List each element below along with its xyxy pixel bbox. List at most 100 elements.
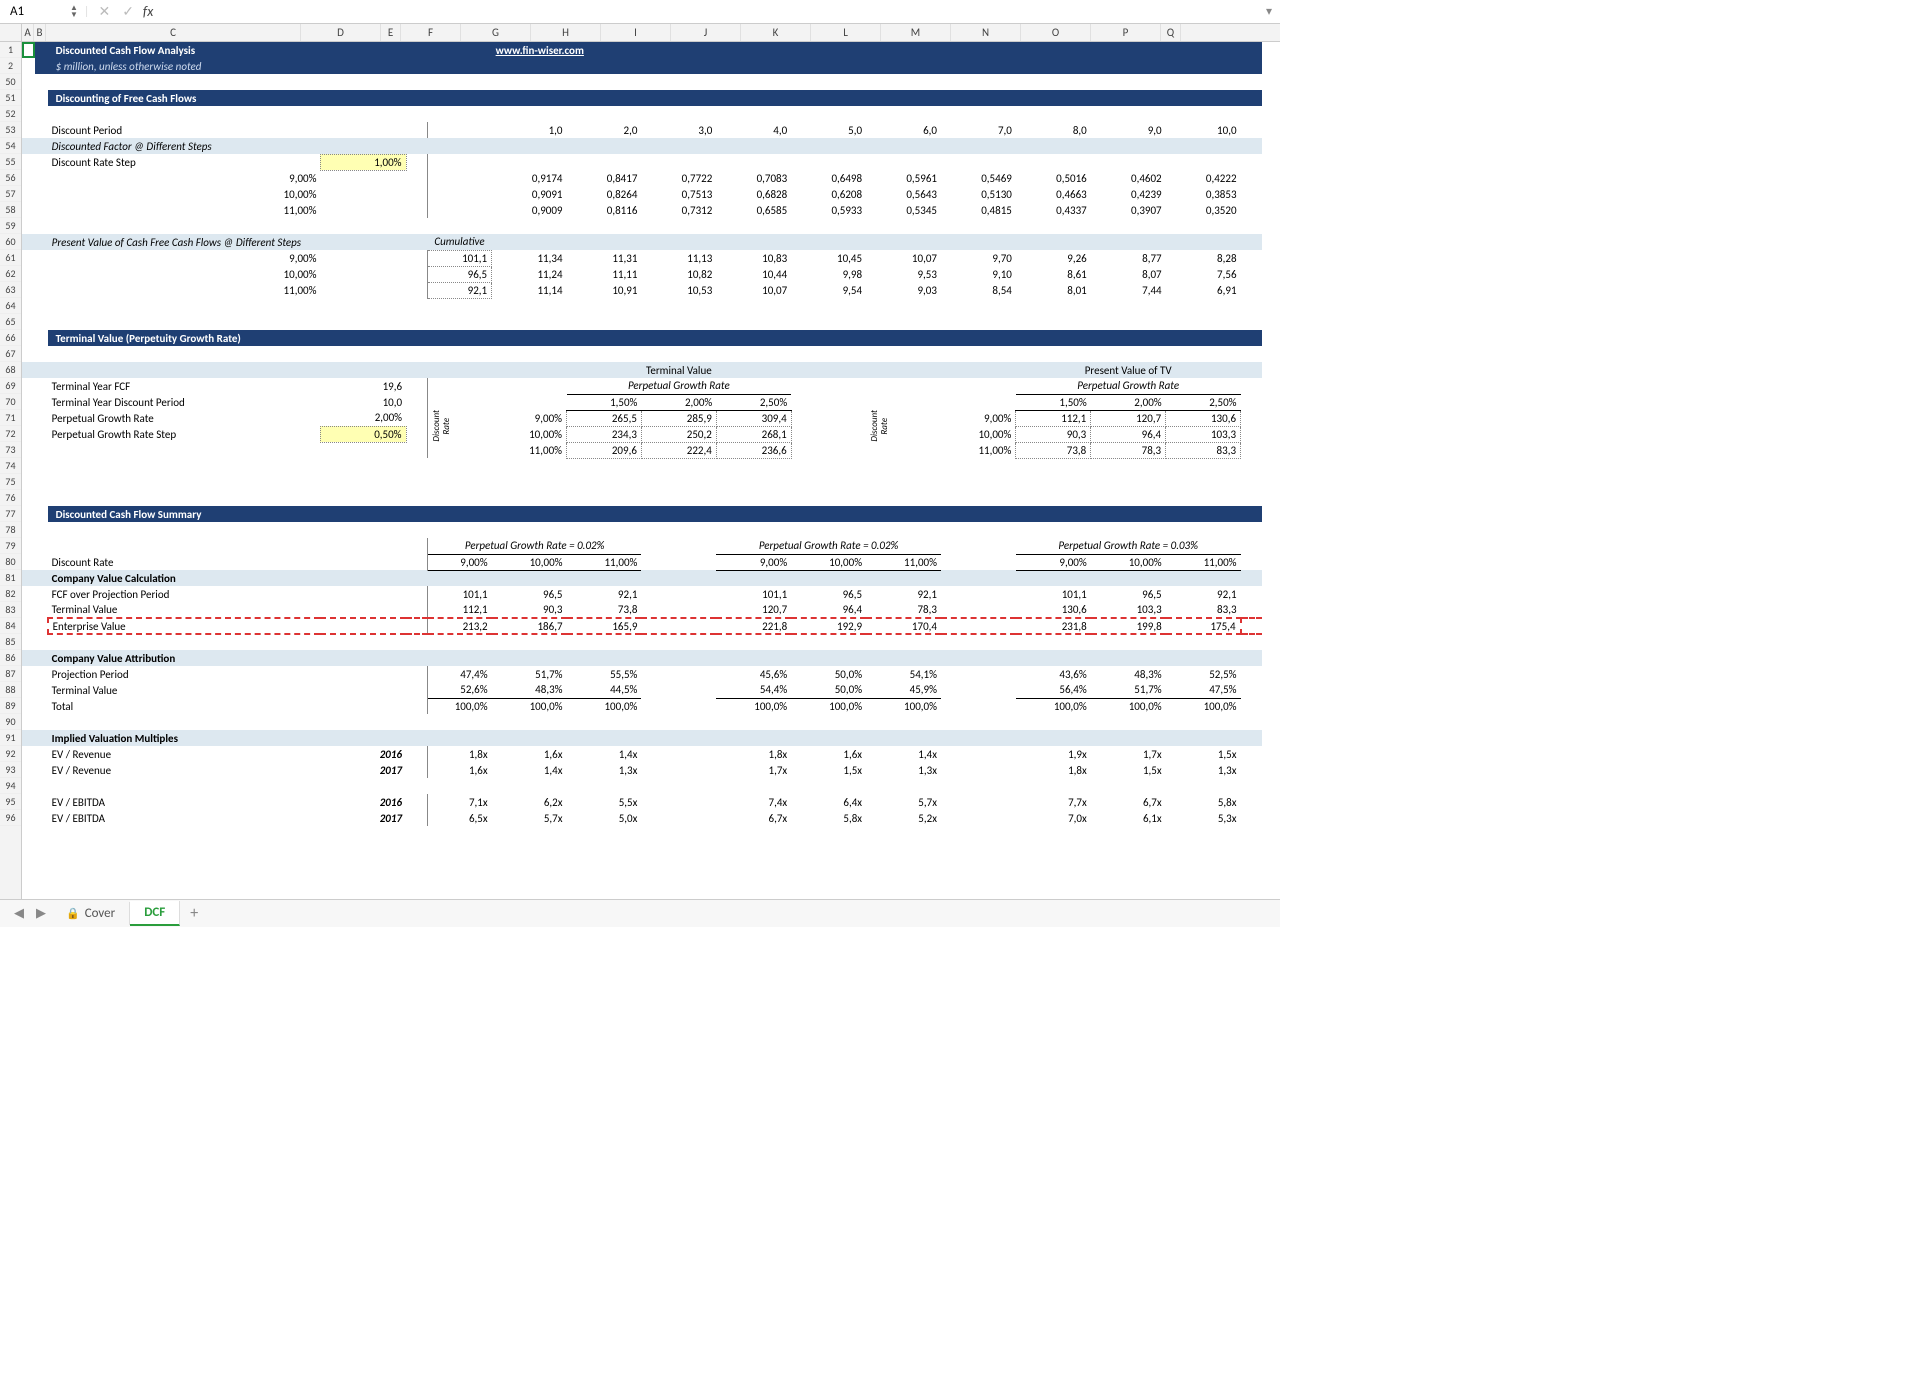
input-disc-rate-step[interactable]: 1,00%: [320, 154, 406, 170]
col-header-J[interactable]: J: [671, 24, 741, 41]
col-header-M[interactable]: M: [881, 24, 951, 41]
row-header-57[interactable]: 57: [0, 186, 21, 202]
summary-val: 5,0x: [567, 810, 642, 826]
row-header-83[interactable]: 83: [0, 602, 21, 618]
row-header-64[interactable]: 64: [0, 298, 21, 314]
col-header-O[interactable]: O: [1021, 24, 1091, 41]
summary-val: 51,7%: [492, 666, 567, 682]
col-header-D[interactable]: D: [301, 24, 381, 41]
row-header-79[interactable]: 79: [0, 538, 21, 554]
row-header-72[interactable]: 72: [0, 426, 21, 442]
tab-cover[interactable]: 🔒Cover: [52, 902, 130, 925]
row-header-71[interactable]: 71: [0, 410, 21, 426]
row-header-87[interactable]: 87: [0, 666, 21, 682]
col-header-L[interactable]: L: [811, 24, 881, 41]
pvtv-val: 112,1: [1016, 410, 1091, 426]
row-header-58[interactable]: 58: [0, 202, 21, 218]
col-header-H[interactable]: H: [531, 24, 601, 41]
add-sheet-button[interactable]: +: [180, 900, 208, 927]
row-header-94[interactable]: 94: [0, 778, 21, 794]
input-pgr-step[interactable]: 0,50%: [320, 426, 406, 442]
formula-input[interactable]: [159, 3, 1260, 21]
grid[interactable]: Discounted Cash Flow Analysiswww.fin-wis…: [22, 42, 1280, 899]
row-header-77[interactable]: 77: [0, 506, 21, 522]
row-header-1[interactable]: 1: [0, 42, 21, 58]
col-header-P[interactable]: P: [1091, 24, 1161, 41]
summary-val: 1,9x: [1016, 746, 1091, 762]
row-header-2[interactable]: 2: [0, 58, 21, 74]
pvtv-col-1: 1,50%: [1016, 394, 1091, 410]
row-header-66[interactable]: 66: [0, 330, 21, 346]
col-header-N[interactable]: N: [951, 24, 1021, 41]
name-box-stepper[interactable]: ▲▼: [70, 5, 78, 19]
row-header-75[interactable]: 75: [0, 474, 21, 490]
row-header-82[interactable]: 82: [0, 586, 21, 602]
confirm-icon[interactable]: ✓: [119, 3, 137, 20]
row-header-63[interactable]: 63: [0, 282, 21, 298]
row-header-62[interactable]: 62: [0, 266, 21, 282]
row-header-53[interactable]: 53: [0, 122, 21, 138]
row-header-52[interactable]: 52: [0, 106, 21, 122]
row-header-68[interactable]: 68: [0, 362, 21, 378]
row-header-86[interactable]: 86: [0, 650, 21, 666]
row-header-74[interactable]: 74: [0, 458, 21, 474]
row-header-95[interactable]: 95: [0, 794, 21, 810]
col-header-F[interactable]: F: [401, 24, 461, 41]
row-header-96[interactable]: 96: [0, 810, 21, 826]
tab-nav-next-icon[interactable]: ▶: [30, 906, 52, 921]
row-header-92[interactable]: 92: [0, 746, 21, 762]
col-header-K[interactable]: K: [741, 24, 811, 41]
tab-nav-prev-icon[interactable]: ◀: [8, 906, 30, 921]
row-header-56[interactable]: 56: [0, 170, 21, 186]
section-dcf-summary: Discounted Cash Flow Summary: [48, 506, 1262, 522]
cell-A1[interactable]: [22, 42, 35, 58]
fx-label[interactable]: fx: [143, 3, 153, 20]
row-header-67[interactable]: 67: [0, 346, 21, 362]
pvtv-col-3: 2,50%: [1166, 394, 1241, 410]
row-header-54[interactable]: 54: [0, 138, 21, 154]
row-header-59[interactable]: 59: [0, 218, 21, 234]
row-header-73[interactable]: 73: [0, 442, 21, 458]
col-header-E[interactable]: E: [381, 24, 401, 41]
summary-val: 50,0%: [791, 682, 866, 698]
row-header-76[interactable]: 76: [0, 490, 21, 506]
row-header-90[interactable]: 90: [0, 714, 21, 730]
cancel-icon[interactable]: ✕: [95, 3, 113, 20]
row-header-55[interactable]: 55: [0, 154, 21, 170]
col-header-Q[interactable]: Q: [1161, 24, 1181, 41]
row-header-61[interactable]: 61: [0, 250, 21, 266]
col-header-A[interactable]: A: [22, 24, 34, 41]
col-header-C[interactable]: C: [46, 24, 301, 41]
tv-col-1: 1,50%: [567, 394, 642, 410]
disc-factor-rate: 11,00%: [48, 202, 321, 218]
row-header-78[interactable]: 78: [0, 522, 21, 538]
row-header-50[interactable]: 50: [0, 74, 21, 90]
row-header-65[interactable]: 65: [0, 314, 21, 330]
row-header-70[interactable]: 70: [0, 394, 21, 410]
row-header-60[interactable]: 60: [0, 234, 21, 250]
row-header-93[interactable]: 93: [0, 762, 21, 778]
pv-fcf-rate: 10,00%: [48, 266, 321, 282]
row-header-84[interactable]: 84: [0, 618, 21, 634]
col-header-G[interactable]: G: [461, 24, 531, 41]
select-all-corner[interactable]: [0, 24, 22, 41]
summary-val: 51,7%: [1091, 682, 1166, 698]
row-header-81[interactable]: 81: [0, 570, 21, 586]
row-header-80[interactable]: 80: [0, 554, 21, 570]
row-header-51[interactable]: 51: [0, 90, 21, 106]
fin-wiser-link[interactable]: www.fin-wiser.com: [496, 44, 584, 57]
row-header-88[interactable]: 88: [0, 682, 21, 698]
summary-val: 43,6%: [1016, 666, 1091, 682]
pv-fcf-val: 8,77: [1091, 250, 1166, 266]
period-6: 6,0: [866, 122, 941, 138]
col-header-B[interactable]: B: [34, 24, 46, 41]
row-header-69[interactable]: 69: [0, 378, 21, 394]
row-header-91[interactable]: 91: [0, 730, 21, 746]
col-header-I[interactable]: I: [601, 24, 671, 41]
name-box[interactable]: A1: [4, 4, 64, 19]
disc-factor-val: 0,4663: [1016, 186, 1091, 202]
row-header-89[interactable]: 89: [0, 698, 21, 714]
row-header-85[interactable]: 85: [0, 634, 21, 650]
expand-formula-bar-icon[interactable]: ▾: [1266, 4, 1276, 19]
tab-dcf[interactable]: DCF: [130, 901, 180, 926]
